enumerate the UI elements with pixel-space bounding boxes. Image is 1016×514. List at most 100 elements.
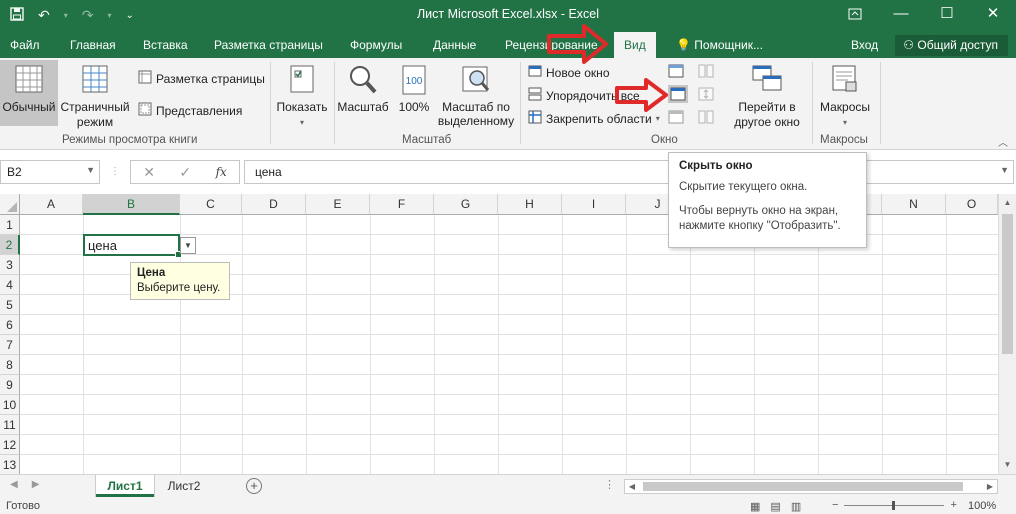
row-header[interactable]: 11 xyxy=(0,415,20,435)
scroll-left-icon[interactable]: ◀ xyxy=(625,480,639,493)
column-header[interactable]: C xyxy=(180,194,242,215)
split-button[interactable] xyxy=(668,64,684,78)
unhide-window-button[interactable] xyxy=(668,110,684,124)
zoom-out-icon[interactable]: − xyxy=(832,499,838,511)
zoom-level[interactable]: 100% xyxy=(968,500,996,512)
hide-window-button[interactable] xyxy=(668,85,688,103)
row-header[interactable]: 7 xyxy=(0,335,20,355)
column-header[interactable]: G xyxy=(434,194,498,215)
select-all-button[interactable] xyxy=(0,194,20,215)
scroll-up-icon[interactable]: ▲ xyxy=(999,198,1016,207)
collapse-ribbon-icon[interactable]: ︿ xyxy=(998,134,1008,149)
scroll-down-icon[interactable]: ▼ xyxy=(999,460,1016,469)
column-header[interactable]: I xyxy=(562,194,626,215)
add-sheet-icon[interactable]: + xyxy=(246,478,262,494)
sync-scroll-icon xyxy=(698,87,714,101)
name-box[interactable]: B2 ▼ xyxy=(0,160,100,184)
sheet-tab[interactable]: Лист1 xyxy=(96,475,154,497)
page-layout-icon xyxy=(138,70,152,87)
zoom-button[interactable]: Масштаб xyxy=(336,60,390,126)
synchronous-scrolling-button[interactable] xyxy=(698,87,714,101)
custom-views-button[interactable]: Представления xyxy=(138,102,242,119)
chevron-down-icon[interactable]: ▼ xyxy=(86,165,95,175)
tab-formulas[interactable]: Формулы xyxy=(350,38,402,52)
tab-data[interactable]: Данные xyxy=(433,38,476,52)
share-button[interactable]: ⚇ Общий доступ xyxy=(895,35,1008,56)
view-shortcuts: ▦ ▤ ▥ xyxy=(750,500,801,513)
new-window-button[interactable]: Новое окно xyxy=(528,64,610,81)
zoom-selection-icon xyxy=(462,66,490,92)
zoom-to-selection-button[interactable]: Масштаб по выделенному xyxy=(436,60,516,130)
page-layout-button[interactable]: Разметка страницы xyxy=(138,70,265,87)
row-header[interactable]: 5 xyxy=(0,295,20,315)
row-header[interactable]: 2 xyxy=(0,235,20,255)
status-ready: Готово xyxy=(6,500,40,512)
cancel-icon[interactable]: ✕ xyxy=(143,164,155,181)
gridline xyxy=(20,454,1000,455)
switch-windows-icon xyxy=(752,65,782,91)
tab-tell-me[interactable]: 💡 Помощник... xyxy=(676,38,763,52)
column-header[interactable]: N xyxy=(882,194,946,215)
data-validation-dropdown-icon[interactable]: ▼ xyxy=(180,237,196,254)
column-header[interactable]: H xyxy=(498,194,562,215)
sheet-tab[interactable]: Лист2 xyxy=(156,475,212,497)
vertical-scrollbar[interactable]: ▲ ▼ xyxy=(998,194,1016,474)
page-layout-status-icon[interactable]: ▤ xyxy=(770,500,780,513)
column-header[interactable]: D xyxy=(242,194,306,215)
row-header[interactable]: 12 xyxy=(0,435,20,455)
insert-function-icon[interactable]: fx xyxy=(216,165,227,179)
tab-page-layout[interactable]: Разметка страницы xyxy=(214,38,323,52)
login-link[interactable]: Вход xyxy=(851,38,878,52)
reset-window-position-button[interactable] xyxy=(698,110,714,124)
page-break-status-icon[interactable]: ▥ xyxy=(791,500,801,513)
show-button[interactable]: Показать ▾ xyxy=(274,60,330,130)
drag-handle-icon[interactable]: ⋮ xyxy=(110,166,120,177)
column-header[interactable]: E xyxy=(306,194,370,215)
row-header[interactable]: 10 xyxy=(0,395,20,415)
zoom-selection-label: Масштаб по выделенному xyxy=(437,100,515,128)
tooltip-line2: Чтобы вернуть окно на экран, нажмите кно… xyxy=(679,205,841,232)
tab-file[interactable]: Файл xyxy=(10,38,40,52)
h-scroll-thumb[interactable] xyxy=(643,482,963,491)
row-header[interactable]: 8 xyxy=(0,355,20,375)
horizontal-scrollbar[interactable]: ◀ ▶ xyxy=(624,479,998,494)
red-arrow-annotation-icon xyxy=(615,78,668,112)
column-header[interactable]: O xyxy=(946,194,998,215)
row-header[interactable]: 3 xyxy=(0,255,20,275)
window-group-label: Окно xyxy=(651,134,678,146)
enter-icon[interactable]: ✓ xyxy=(179,164,191,181)
scroll-thumb[interactable] xyxy=(1002,214,1013,354)
close-icon[interactable]: ✕ xyxy=(970,0,1016,28)
ribbon-display-options-icon[interactable] xyxy=(832,0,878,28)
more-options-icon[interactable]: ⋮ xyxy=(604,478,615,491)
normal-view-button[interactable]: Обычный xyxy=(0,60,58,126)
expand-formula-bar-icon[interactable]: ▼ xyxy=(1000,165,1009,175)
zoom-track[interactable] xyxy=(844,500,945,510)
macros-button[interactable]: Макросы ▾ xyxy=(814,60,876,132)
row-header[interactable]: 9 xyxy=(0,375,20,395)
formula-input[interactable]: цена ▼ xyxy=(244,160,1014,184)
column-header[interactable]: B xyxy=(83,194,180,215)
column-header[interactable]: F xyxy=(370,194,434,215)
tab-insert[interactable]: Вставка xyxy=(143,38,188,52)
row-header[interactable]: 6 xyxy=(0,315,20,335)
zoom-in-icon[interactable]: + xyxy=(950,499,956,511)
sheet-nav-arrows-icon[interactable]: ◀▶ xyxy=(10,479,53,490)
page-break-view-button[interactable]: Страничный режим xyxy=(58,60,132,130)
minimize-icon[interactable]: — xyxy=(878,0,924,28)
zoom-100-button[interactable]: 100 100% xyxy=(394,60,434,126)
maximize-icon[interactable]: ☐ xyxy=(924,0,970,28)
tab-home[interactable]: Главная xyxy=(70,38,116,52)
row-header[interactable]: 4 xyxy=(0,275,20,295)
row-header[interactable]: 13 xyxy=(0,455,20,474)
zoom-slider[interactable]: − + xyxy=(832,499,957,511)
column-header[interactable]: A xyxy=(20,194,83,215)
normal-view-status-icon[interactable]: ▦ xyxy=(750,500,760,513)
scroll-right-icon[interactable]: ▶ xyxy=(983,480,997,493)
active-cell-b2[interactable]: цена xyxy=(83,234,182,258)
group-separator xyxy=(270,62,271,144)
view-side-by-side-button[interactable] xyxy=(698,64,714,78)
row-header[interactable]: 1 xyxy=(0,215,20,235)
tab-view[interactable]: Вид xyxy=(614,32,656,58)
switch-windows-button[interactable]: Перейти в другое окно xyxy=(728,60,806,132)
